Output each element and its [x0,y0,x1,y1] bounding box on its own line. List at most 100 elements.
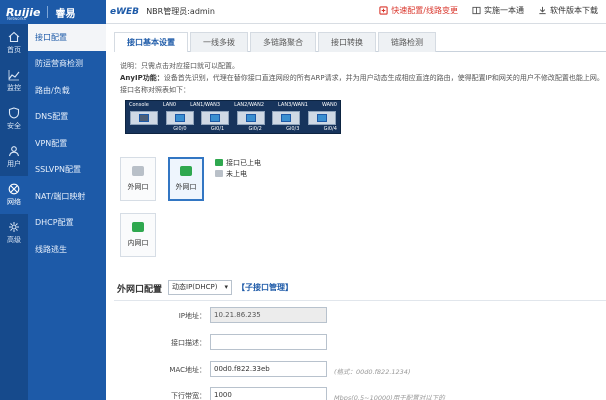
submenu-item-dhcp[interactable]: DHCP配置 [28,210,106,237]
port-gi0-0[interactable] [165,111,194,125]
submenu-item-interface-config[interactable]: 接口配置 [28,24,106,51]
nav-user[interactable]: 用户 [0,138,28,176]
network-submenu: 接口配置 防运营商检测 路由/负载 DNS配置 VPN配置 SSLVPN配置 N… [28,24,106,400]
ip-address-label: IP地址： [178,312,206,320]
wan-port-label: 外网口 [127,183,149,191]
submenu-item-vpn[interactable]: VPN配置 [28,130,106,157]
info-anyip-title: AnyIP功能： [120,74,164,82]
quick-config-link[interactable]: 快速配置/线路变更 [379,5,458,16]
wan-config-title: 外网口配置 [117,285,163,295]
lan-port-card[interactable]: 内网口 [120,213,156,257]
interface-desc-field[interactable] [210,334,327,350]
interface-desc-label: 接口描述： [171,339,206,347]
port-gi0-1[interactable] [201,111,230,125]
wan-port-card-selected[interactable]: 外网口 [168,157,204,201]
interface-info: 说明：只需点击对应接口就可以配置。 AnyIP功能：设备首先识别，代理在替你接口… [120,60,606,150]
section-divider [114,300,606,301]
home-icon [8,31,20,43]
submenu-item-routing[interactable]: 路由/负载 [28,77,106,104]
downlink-bandwidth-field[interactable]: 1000 [210,387,327,400]
port-label: LAN0 [162,102,177,108]
tab-interface-basic[interactable]: 接口基本设置 [114,32,188,52]
nav-advanced[interactable]: 高级 [0,214,28,252]
port-gi0-3[interactable] [272,111,301,125]
tab-link-aggregation[interactable]: 多链路聚合 [250,32,316,52]
nav-network-label: 网络 [7,198,21,206]
product-name: eWEB NBR管理员:admin [110,6,215,17]
port-gi0-2[interactable] [236,111,265,125]
software-download-link[interactable]: 软件版本下载 [538,5,598,16]
nav-user-label: 用户 [7,160,21,168]
port-label: WAN0 [321,102,337,108]
advanced-icon [9,222,19,232]
mac-address-field[interactable]: 00d0.f822.33eb [210,361,327,377]
nav-security-label: 安全 [7,122,21,130]
ip-address-field: 10.21.86.235 [210,307,327,323]
nav-home[interactable]: 首页 [0,24,28,62]
guide-book-label: 实施一本通 [484,6,524,15]
port-label: LAN2/WAN2 [234,102,265,108]
submenu-item-sslvpn[interactable]: SSLVPN配置 [28,157,106,184]
port-legend: 接口已上电 未上电 [215,157,261,179]
nav-security[interactable]: 安全 [0,100,28,138]
config-tabs: 接口基本设置 一线多拨 多链路聚合 接口转换 链路检测 [114,32,606,52]
port-up-icon [180,166,192,176]
legend-down-label: 未上电 [226,169,247,178]
network-icon [8,183,20,195]
logo-chinese: 睿易 [55,8,76,20]
submenu-item-nat[interactable]: NAT/端口映射 [28,183,106,210]
top-bar: Ruijie Networks 睿易 eWEB NBR管理员:admin 快速配… [0,0,606,24]
submenu-item-anti-detection[interactable]: 防运营商检测 [28,51,106,78]
user-icon [8,146,20,157]
info-anyip-text: 设备首先识别，代理在替你接口直连网段的所有ARP请求，并为用户动态生成相应直连的… [163,74,600,82]
nav-home-label: 首页 [7,46,21,54]
port-up-icon [215,159,223,166]
port-gi0-4[interactable] [307,111,336,125]
subinterface-link[interactable]: 【子接口管理】 [237,282,293,293]
submenu-item-dns[interactable]: DNS配置 [28,104,106,131]
port-label: LAN1/WAN3 [190,102,221,108]
port-up-icon [132,222,144,232]
download-icon [539,6,546,15]
top-actions: 快速配置/线路变更 实施一本通 软件版本下载 [379,5,598,16]
port-down-icon [132,166,144,176]
info-note: 说明：只需点击对应接口就可以配置。 [120,62,239,70]
quick-config-label: 快速配置/线路变更 [391,6,458,15]
nav-monitor[interactable]: 监控 [0,62,28,100]
nav-monitor-label: 监控 [7,84,21,92]
monitor-icon [8,70,20,81]
submenu-item-line-escape[interactable]: 线路逃生 [28,236,106,263]
port-label: Console [129,102,149,108]
info-anyip: AnyIP功能：设备首先识别，代理在替你接口直连网段的所有ARP请求，并为用户动… [120,72,600,84]
port-row [130,111,336,125]
tab-link-detection[interactable]: 链路检测 [378,32,436,52]
legend-up: 接口已上电 [215,157,261,168]
mac-address-label: MAC地址： [169,366,206,374]
port-label: LAN3/WAN1 [278,102,308,108]
wan-port-card[interactable]: 外网口 [120,157,156,201]
tab-interface-convert[interactable]: 接口转换 [318,32,376,52]
nav-network[interactable]: 网络 [0,176,28,214]
downlink-bandwidth-label: 下行带宽： [171,392,206,400]
tab-multi-dial[interactable]: 一线多拨 [190,32,248,52]
guide-book-link[interactable]: 实施一本通 [472,5,524,16]
brand-logo: Ruijie Networks 睿易 [0,0,106,24]
wan-port-selected-label: 外网口 [175,183,197,191]
port-name [129,126,149,132]
device-user: NBR管理员:admin [146,7,215,16]
logo-divider [47,6,49,18]
logo-subtext: Networks [7,16,26,21]
port-name: Gi0/2 [248,126,262,132]
downlink-bandwidth-hint: Mbps(0.5~10000)用于配置对以下的 [334,394,445,400]
console-port [130,111,158,125]
nav-advanced-label: 高级 [7,236,21,244]
wizard-icon [379,6,388,15]
legend-down: 未上电 [215,168,261,179]
port-name: Gi0/4 [323,126,337,132]
mac-address-hint: (格式：00d0.f822.1234) [334,368,411,376]
lan-port-label: 内网口 [127,239,149,247]
port-name: Gi0/1 [210,126,225,132]
port-name: Gi0/0 [173,126,187,132]
info-port-map-title: 接口名称对照表如下： [120,86,190,94]
wan-mode-select[interactable]: 动态IP(DHCP) [168,280,232,295]
